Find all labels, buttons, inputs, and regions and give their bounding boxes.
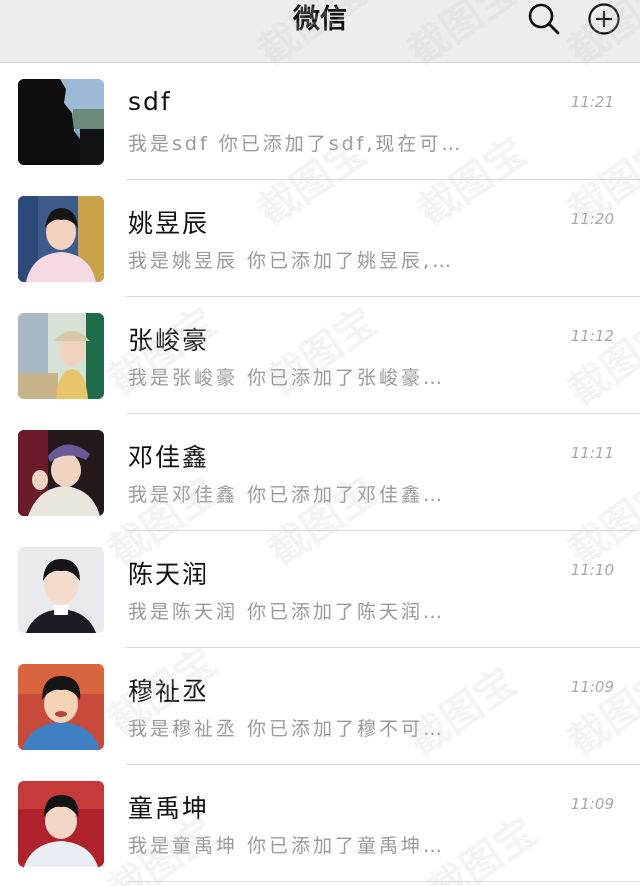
chat-item-sdf[interactable]: sdf 11:21 我是sdf 你已添加了sdf,现在可…	[0, 63, 640, 180]
wechat-app: 微信 sdf 11:21 我是sdf 你已添加了sdf,现在可… 姚昱辰 11:…	[0, 0, 640, 886]
chat-name: 张峻豪	[128, 326, 210, 355]
chat-name: 姚昱辰	[128, 209, 210, 238]
chat-name: 童禹坤	[128, 794, 210, 823]
chat-item-dengjiaxin[interactable]: 邓佳鑫 11:11 我是邓佳鑫 你已添加了邓佳鑫…	[0, 414, 640, 531]
chat-name: 邓佳鑫	[128, 443, 210, 472]
chat-time: 11:09	[570, 795, 614, 813]
chat-time: 11:20	[570, 210, 614, 228]
chat-preview: 我是陈天润 你已添加了陈天润…	[128, 601, 446, 623]
chat-item-muzhicheng[interactable]: 穆祉丞 11:09 我是穆祉丞 你已添加了穆不可…	[0, 648, 640, 765]
chat-preview: 我是姚昱辰 你已添加了姚昱辰,…	[128, 250, 455, 272]
chat-name: 陈天润	[128, 560, 210, 589]
chat-preview: 我是张峻豪 你已添加了张峻豪…	[128, 367, 446, 389]
chat-time: 11:12	[570, 327, 614, 345]
chat-time: 11:10	[570, 561, 614, 579]
avatar	[18, 664, 104, 750]
avatar	[18, 196, 104, 282]
top-bar: 微信	[0, 0, 640, 63]
plus-circle-icon	[587, 2, 621, 40]
chat-preview: 我是童禹坤 你已添加了童禹坤…	[128, 835, 446, 857]
chat-time: 11:11	[570, 444, 614, 462]
search-icon	[527, 2, 561, 40]
chat-item-chentianrun[interactable]: 陈天润 11:10 我是陈天润 你已添加了陈天润…	[0, 531, 640, 648]
chat-preview: 我是邓佳鑫 你已添加了邓佳鑫…	[128, 484, 446, 506]
avatar	[18, 430, 104, 516]
chat-time: 11:21	[570, 93, 614, 111]
avatar	[18, 547, 104, 633]
chat-list: sdf 11:21 我是sdf 你已添加了sdf,现在可… 姚昱辰 11:20 …	[0, 63, 640, 882]
chat-item-tongyukun[interactable]: 童禹坤 11:09 我是童禹坤 你已添加了童禹坤…	[0, 765, 640, 882]
add-button[interactable]	[586, 3, 622, 39]
chat-item-yaoyuchen[interactable]: 姚昱辰 11:20 我是姚昱辰 你已添加了姚昱辰,…	[0, 180, 640, 297]
avatar	[18, 781, 104, 867]
chat-name: 穆祉丞	[128, 677, 210, 706]
avatar	[18, 79, 104, 165]
chat-item-zhangjunhao[interactable]: 张峻豪 11:12 我是张峻豪 你已添加了张峻豪…	[0, 297, 640, 414]
chat-preview: 我是sdf 你已添加了sdf,现在可…	[128, 133, 464, 155]
chat-time: 11:09	[570, 678, 614, 696]
chat-name: sdf	[128, 87, 172, 116]
search-button[interactable]	[526, 3, 562, 39]
chat-preview: 我是穆祉丞 你已添加了穆不可…	[128, 718, 446, 740]
divider	[126, 881, 640, 882]
avatar	[18, 313, 104, 399]
